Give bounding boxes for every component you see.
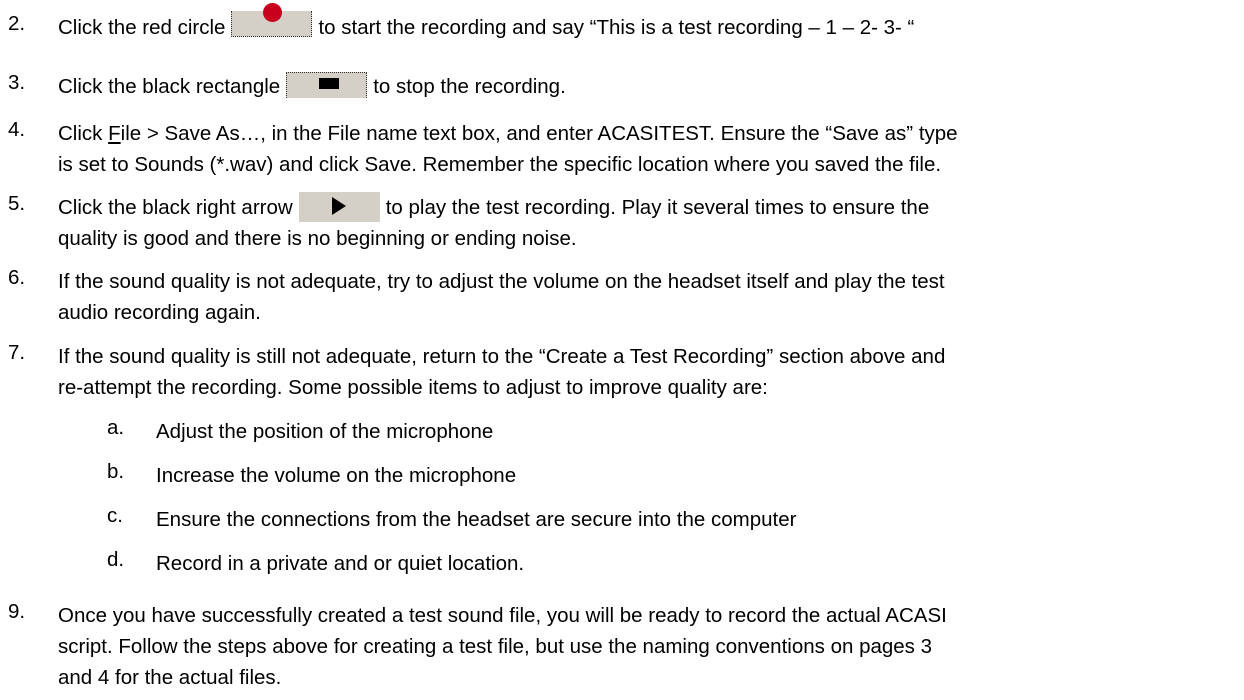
step-text: re-attempt the recording. Some possible …	[58, 376, 768, 399]
sub-item-text: Record in a private and or quiet locatio…	[156, 552, 525, 575]
record-icon	[231, 2, 313, 37]
step-number: 4.	[8, 118, 26, 141]
step-text: to play the test recording. Play it seve…	[385, 196, 930, 219]
step-text: script. Follow the steps above for creat…	[58, 635, 933, 658]
step-text: If the sound quality is still not adequa…	[58, 345, 946, 368]
step-text: to stop the recording.	[373, 75, 566, 98]
sub-item-letter: c.	[107, 504, 123, 527]
sub-item-text: Ensure the connections from the headset …	[156, 508, 797, 531]
step-text: is set to Sounds (*.wav) and click Save.…	[58, 153, 942, 176]
step-text: ile > Save As…, in the File name text bo…	[120, 122, 958, 145]
step-text: audio recording again.	[58, 301, 261, 324]
sub-item-letter: d.	[107, 548, 125, 571]
step-text: Click the red circle	[58, 16, 226, 39]
step-number: 9.	[8, 600, 26, 623]
sub-item-text: Adjust the position of the microphone	[156, 420, 494, 443]
step-number: 2.	[8, 12, 26, 35]
step-text: Once you have successfully created a tes…	[58, 604, 947, 627]
step-text: Click the black rectangle	[58, 75, 281, 98]
step-number: 3.	[8, 71, 26, 94]
step-text: If the sound quality is not adequate, tr…	[58, 270, 945, 293]
sub-item-letter: a.	[107, 416, 125, 439]
step-text: to start the recording and say “This is …	[318, 16, 915, 39]
step-number: 7.	[8, 341, 26, 364]
sub-item-text: Increase the volume on the microphone	[156, 464, 517, 487]
step-text: quality is good and there is no beginnin…	[58, 227, 577, 250]
step-text: Click the black right arrow	[58, 196, 293, 219]
step-number: 5.	[8, 192, 26, 215]
stop-icon	[286, 71, 368, 98]
file-menu-accelerator: F	[108, 122, 121, 145]
sub-item-letter: b.	[107, 460, 125, 483]
step-number: 6.	[8, 266, 26, 289]
step-text: Click	[58, 122, 109, 145]
play-icon	[298, 191, 380, 222]
step-text: and 4 for the actual files.	[58, 666, 282, 689]
